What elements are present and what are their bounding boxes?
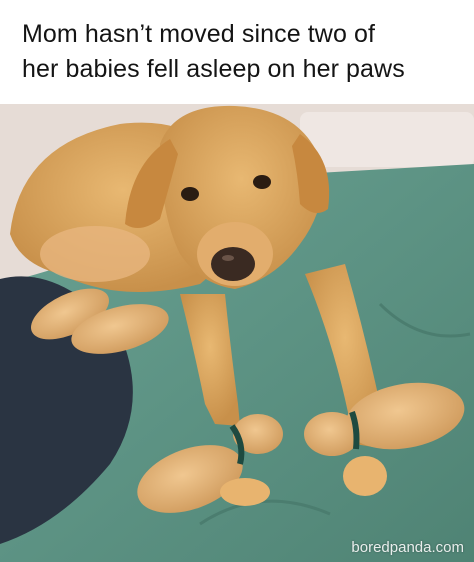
boredpanda-watermark: boredpanda.com bbox=[351, 539, 464, 556]
dog-with-puppies-illustration bbox=[0, 104, 474, 562]
meme-caption: Mom hasn’t moved since two of her babies… bbox=[0, 0, 474, 104]
mom-nose bbox=[211, 247, 255, 281]
mom-left-eye bbox=[181, 187, 199, 201]
mom-right-eye bbox=[253, 175, 271, 189]
caption-line-1: Mom hasn’t moved since two of bbox=[22, 20, 376, 48]
dog-photo: boredpanda.com bbox=[0, 104, 474, 562]
caption-line-2: her babies fell asleep on her paws bbox=[22, 55, 405, 83]
pillow bbox=[300, 112, 474, 167]
